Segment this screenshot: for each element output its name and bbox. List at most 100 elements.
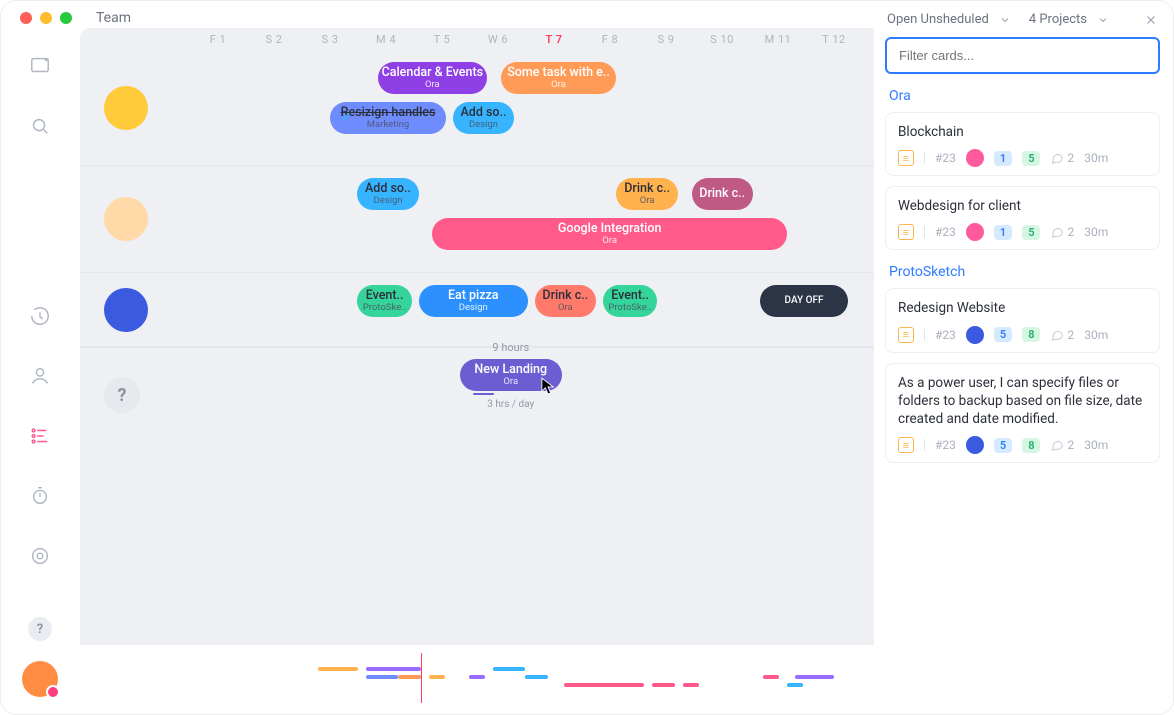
comments-count[interactable]: 2: [1050, 225, 1074, 239]
card-type-icon: [898, 327, 914, 343]
lane: Event..ProtoSke..Eat pizzaDesignDrink c.…: [80, 273, 874, 347]
task-pill[interactable]: Add so..Design: [453, 102, 514, 134]
date-cell[interactable]: S 3: [302, 33, 358, 46]
task-pill[interactable]: Drink c..Ora: [616, 178, 677, 210]
comments-count[interactable]: 2: [1050, 438, 1074, 452]
assignee-avatar[interactable]: [966, 149, 984, 167]
open-filter-dropdown[interactable]: Open Unsheduled: [887, 12, 989, 27]
task-pill[interactable]: Drink c..Ora: [535, 285, 596, 317]
lane-avatar[interactable]: [104, 86, 148, 130]
minimap-bar: [787, 683, 803, 687]
date-header: F 1S 2S 3M 4T 5W 6T 7F 8S 9S 10M 11T 12: [80, 28, 874, 50]
minimap-bar: [652, 683, 676, 687]
current-user-avatar[interactable]: [22, 661, 58, 697]
timeline-button[interactable]: [20, 416, 60, 456]
close-icon[interactable]: [1144, 13, 1158, 27]
assignee-avatar[interactable]: [966, 223, 984, 241]
task-pill[interactable]: Calendar & EventsOra: [378, 62, 487, 94]
minimap-bar: [469, 675, 485, 679]
help-button[interactable]: ?: [28, 617, 52, 641]
group-title: ProtoSketch: [889, 264, 1160, 280]
close-window-dot[interactable]: [20, 12, 32, 24]
task-title: Drink c..: [542, 290, 588, 303]
minimap-bar: [795, 675, 835, 679]
lanes: Calendar & EventsOraSome task with e..Or…: [80, 50, 874, 645]
task-subtitle: Ora: [551, 80, 566, 90]
donut-button[interactable]: [20, 536, 60, 576]
task-pill[interactable]: DAY OFF: [760, 285, 849, 317]
task-pill[interactable]: Event..ProtoSke..: [357, 285, 412, 317]
card[interactable]: Webdesign for client#2315230m: [885, 186, 1160, 250]
projects-dropdown[interactable]: 4 Projects: [1029, 12, 1087, 27]
timeline-canvas[interactable]: F 1S 2S 3M 4T 5W 6T 7F 8S 9S 10M 11T 12 …: [80, 28, 874, 645]
comments-count[interactable]: 2: [1050, 328, 1074, 342]
task-pill[interactable]: Event..ProtoSke..: [603, 285, 658, 317]
task-title: Event..: [366, 290, 404, 303]
chip: 8: [1022, 327, 1040, 342]
task-pill[interactable]: Add so..Design: [357, 178, 418, 210]
task-subtitle: ProtoSke..: [363, 303, 406, 313]
minimap-bar: [398, 675, 422, 679]
task-pill[interactable]: ✓Resizign handlesMarketing: [330, 102, 446, 134]
date-cell[interactable]: T 7: [526, 33, 582, 46]
date-cell[interactable]: F 8: [582, 33, 638, 46]
minimize-window-dot[interactable]: [40, 12, 52, 24]
card-meta: #2315230m: [898, 223, 1147, 241]
card[interactable]: Redesign Website#2358230m: [885, 288, 1160, 352]
add-button[interactable]: [20, 46, 60, 86]
maximize-window-dot[interactable]: [60, 12, 72, 24]
date-cell[interactable]: M 4: [358, 33, 414, 46]
stopwatch-button[interactable]: [20, 476, 60, 516]
assignee-avatar[interactable]: [966, 326, 984, 344]
task-title: Add so..: [461, 107, 507, 120]
date-cell[interactable]: S 2: [246, 33, 302, 46]
chip: 5: [994, 327, 1012, 342]
date-cell[interactable]: T 5: [414, 33, 470, 46]
group-title: Ora: [889, 88, 1160, 104]
plus-card-icon: [29, 55, 51, 77]
task-pill[interactable]: Eat pizzaDesign: [419, 285, 528, 317]
task-progress-bar: [473, 393, 493, 395]
date-cell[interactable]: F 1: [190, 33, 246, 46]
lane-avatar[interactable]: [104, 288, 148, 332]
date-cell[interactable]: M 11: [750, 33, 806, 46]
task-subtitle: Ora: [503, 377, 518, 387]
date-cell[interactable]: W 6: [470, 33, 526, 46]
task-title: Drink c..: [699, 188, 745, 201]
chevron-down-icon: [1097, 14, 1109, 26]
date-cell[interactable]: S 10: [694, 33, 750, 46]
task-pill[interactable]: Drink c..: [692, 178, 753, 210]
profile-button[interactable]: [20, 356, 60, 396]
time-icon: [29, 305, 51, 327]
minimap[interactable]: [80, 653, 874, 703]
task-title: Resizign handles: [341, 107, 436, 120]
card-title: Blockchain: [898, 123, 1147, 141]
task-subtitle: Design: [459, 303, 488, 313]
card[interactable]: As a power user, I can specify files or …: [885, 363, 1160, 464]
task-pill[interactable]: Google IntegrationOra: [432, 218, 787, 250]
filter-cards-input[interactable]: [885, 37, 1160, 74]
minimap-bar: [564, 683, 643, 687]
task-title: New Landing: [474, 364, 547, 377]
time-button[interactable]: [20, 296, 60, 336]
card-time: 30m: [1084, 328, 1108, 342]
date-cell[interactable]: S 9: [638, 33, 694, 46]
search-button[interactable]: [20, 106, 60, 146]
card-title: Redesign Website: [898, 299, 1147, 317]
task-pill[interactable]: Some task with e..Ora: [501, 62, 617, 94]
card-type-icon: [898, 150, 914, 166]
card[interactable]: Blockchain#2315230m: [885, 112, 1160, 176]
comments-count[interactable]: 2: [1050, 151, 1074, 165]
chevron-down-icon: [999, 14, 1011, 26]
lane-avatar[interactable]: ?: [104, 377, 140, 413]
task-title: Some task with e..: [507, 67, 610, 80]
lane-avatar[interactable]: [104, 197, 148, 241]
card-meta: #2358230m: [898, 436, 1147, 454]
task-subtitle: Design: [373, 196, 402, 206]
lane: ?New LandingOra9 hours3 hrs / day: [80, 347, 874, 607]
playhead-indicator[interactable]: [421, 653, 422, 703]
page-title: Team: [96, 10, 131, 26]
assignee-avatar[interactable]: [966, 436, 984, 454]
minimap-bar: [683, 683, 699, 687]
date-cell[interactable]: T 12: [806, 33, 862, 46]
